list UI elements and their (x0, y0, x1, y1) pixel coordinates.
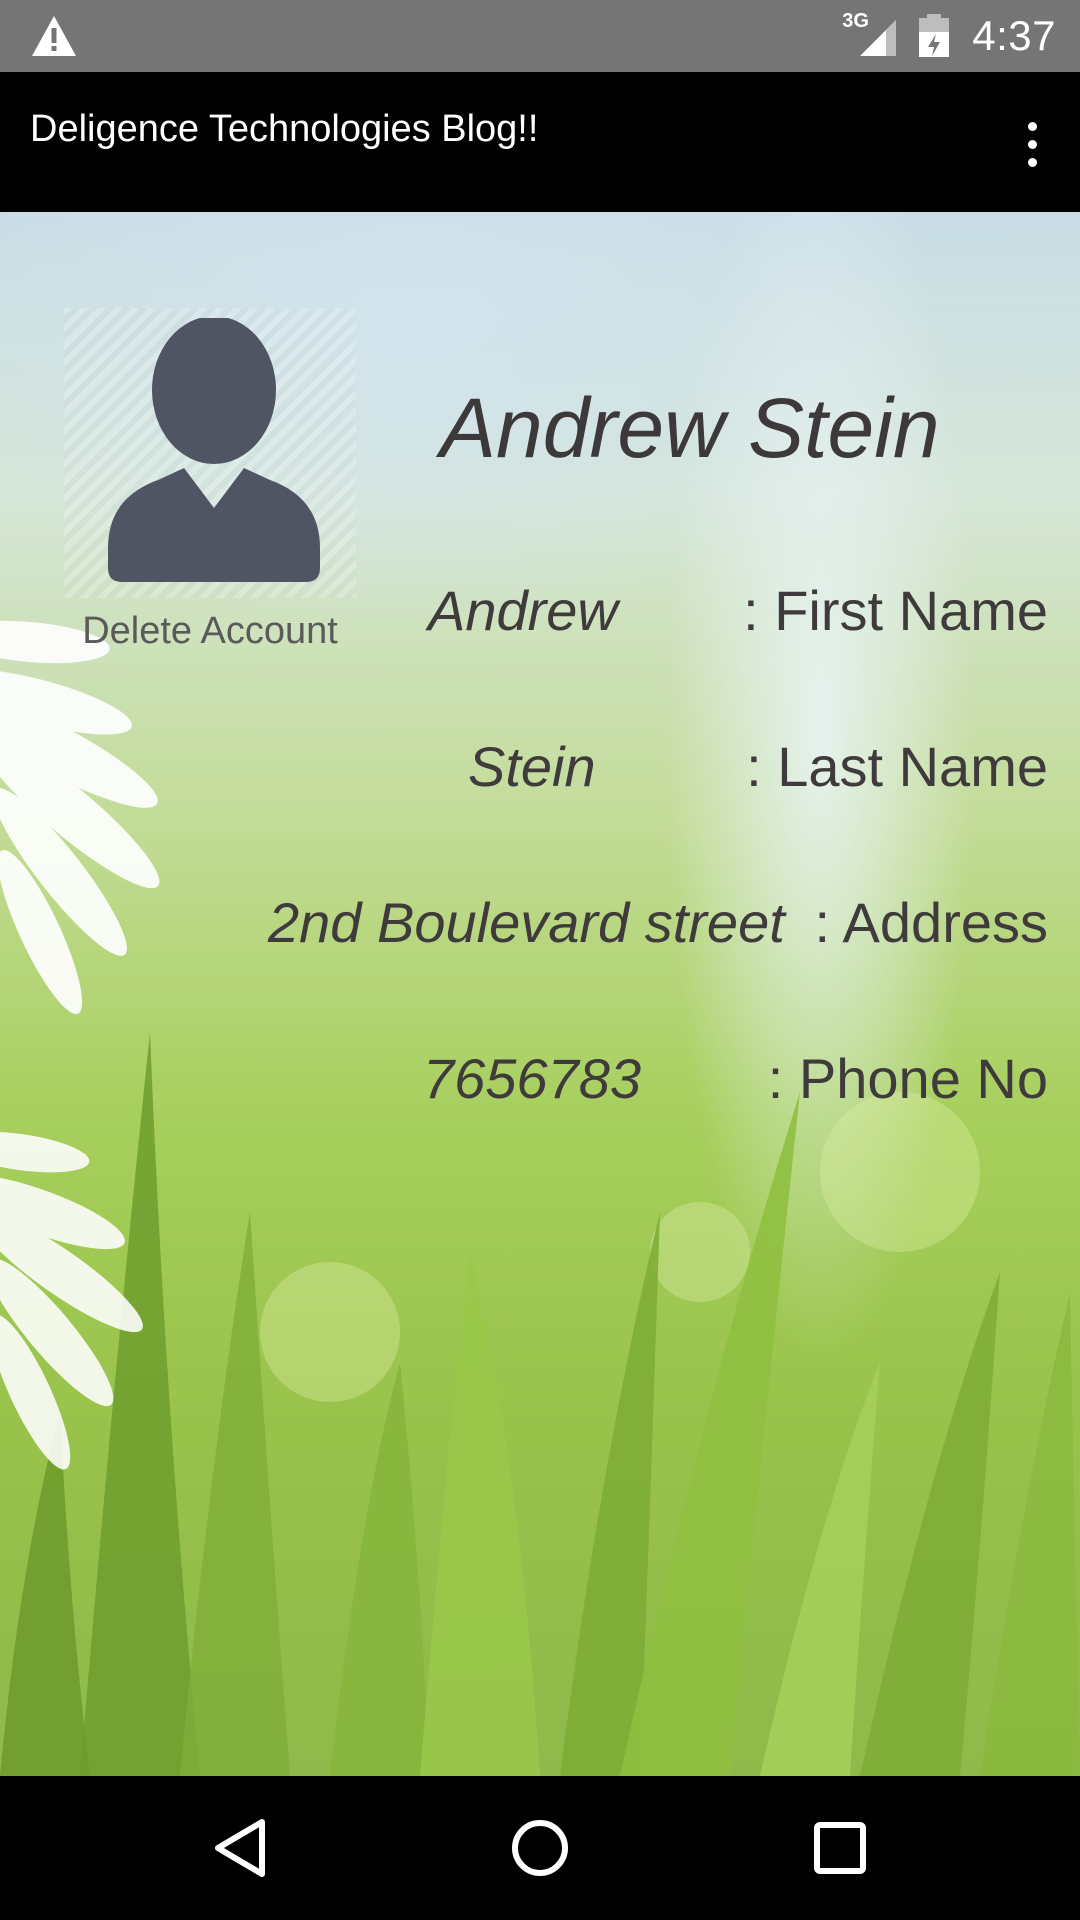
delete-account-button[interactable]: Delete Account (40, 610, 380, 653)
status-bar: 3G 4:37 (0, 0, 1080, 72)
phone-label: : Phone No (767, 1047, 1048, 1110)
overflow-menu-icon[interactable] (1004, 112, 1060, 176)
profile-content: Delete Account Andrew Stein Andrew : Fir… (0, 212, 1080, 1776)
navigation-bar (0, 1776, 1080, 1920)
app-title: Deligence Technologies Blog!! (30, 108, 539, 150)
first-name-value: Andrew (428, 579, 618, 642)
detail-row-first-name: Andrew : First Name (428, 578, 1048, 648)
back-icon[interactable] (204, 1812, 276, 1884)
recents-icon[interactable] (804, 1812, 876, 1884)
detail-row-phone: 7656783 : Phone No (423, 1046, 1048, 1116)
menu-dot (1027, 121, 1037, 131)
last-name-value: Stein (468, 735, 596, 798)
app-bar: Deligence Technologies Blog!! (0, 72, 1080, 212)
person-avatar-icon (108, 318, 320, 582)
status-time: 4:37 (972, 12, 1056, 59)
detail-row-address: 2nd Boulevard street : Address (268, 890, 1048, 960)
address-value: 2nd Boulevard street (268, 891, 785, 954)
screen: 3G 4:37 Deligence Technologies Blog!! De… (0, 0, 1080, 1920)
home-icon[interactable] (504, 1812, 576, 1884)
status-icons: 3G 4:37 (842, 0, 1056, 72)
avatar-frame[interactable] (64, 308, 356, 598)
phone-value: 7656783 (423, 1047, 642, 1110)
last-name-label: : Last Name (746, 735, 1048, 798)
battery-icon (919, 14, 950, 57)
detail-row-last-name: Stein : Last Name (468, 734, 1048, 804)
menu-dot (1027, 157, 1037, 167)
address-label: : Address (814, 891, 1048, 954)
signal-icon: 3G (842, 10, 898, 58)
menu-dot (1027, 139, 1037, 149)
warning-icon (32, 16, 76, 56)
first-name-label: : First Name (743, 579, 1048, 642)
profile-full-name: Andrew Stein (440, 381, 940, 475)
